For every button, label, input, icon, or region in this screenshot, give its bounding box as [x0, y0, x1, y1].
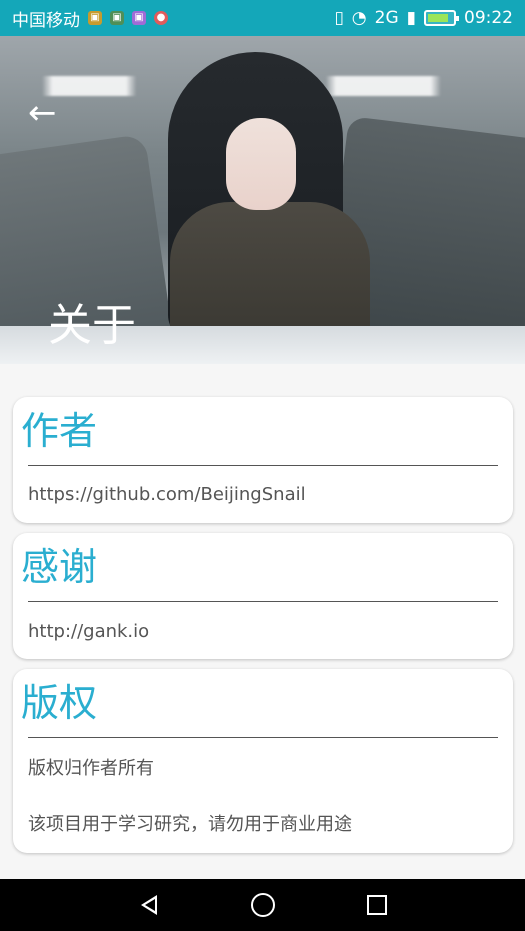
card-title: 作者: [21, 409, 98, 453]
wifi-icon: ◔: [351, 8, 367, 28]
status-left: 中国移动 ▣ ▣ ▣ ●: [12, 6, 168, 31]
system-nav-bar: [0, 879, 525, 931]
thanks-link[interactable]: http://gank.io: [28, 622, 149, 642]
signal-icon: ▮: [406, 8, 416, 28]
card-title: 感谢: [21, 545, 98, 589]
back-icon: [140, 895, 157, 915]
battery-icon: [424, 10, 459, 26]
home-button[interactable]: [247, 889, 279, 921]
header-banner: ← 关于: [0, 36, 525, 364]
card-divider: [28, 465, 498, 466]
status-bar: 中国移动 ▣ ▣ ▣ ● ▯ ◔ 2G ▮ 09:22: [0, 0, 525, 36]
person-shoulders: [170, 202, 370, 342]
card-divider: [28, 601, 498, 602]
copyright-card: 版权 版权归作者所有 该项目用于学习研究，请勿用于商业用途: [13, 669, 513, 853]
copyright-notice: 该项目用于学习研究，请勿用于商业用途: [28, 814, 352, 835]
status-right: ▯ ◔ 2G ▮ 09:22: [334, 8, 513, 28]
signal-label: 2G: [374, 8, 399, 28]
carrier-label: 中国移动: [12, 10, 80, 31]
recent-apps-button[interactable]: [361, 889, 393, 921]
app-icon: ●: [154, 11, 168, 25]
arrow-left-icon[interactable]: ←: [28, 96, 57, 130]
banner-person: [150, 52, 370, 342]
app-icon: ▣: [132, 11, 146, 25]
thanks-card: 感谢 http://gank.io: [13, 533, 513, 659]
time-label: 09:22: [464, 8, 513, 28]
card-title: 版权: [21, 681, 98, 725]
copyright-text: 版权归作者所有: [28, 758, 154, 779]
recent-apps-icon: [366, 895, 387, 915]
app-icon: ▣: [88, 11, 102, 25]
card-divider: [28, 737, 498, 738]
author-link[interactable]: https://github.com/BeijingSnail: [28, 485, 306, 505]
battery-fill: [428, 14, 448, 22]
author-card: 作者 https://github.com/BeijingSnail: [13, 397, 513, 523]
person-face: [226, 118, 296, 210]
back-button[interactable]: [133, 889, 165, 921]
vibrate-icon: ▯: [334, 8, 344, 28]
page-title: 关于: [48, 300, 136, 351]
app-icon: ▣: [110, 11, 124, 25]
home-icon: [250, 893, 275, 917]
